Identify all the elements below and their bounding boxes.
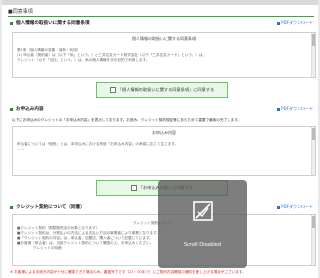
checkbox-icon — [109, 87, 116, 93]
section-personal-info: 個人情報の取扱いに関する同意条項 PDFダウンロード — [10, 20, 315, 28]
pdf-download-link[interactable]: PDFダウンロード — [277, 106, 313, 112]
section-description: 以下にお申込みのクレジットの「お申込み内容」を表示しております。お読み、クレジッ… — [12, 118, 242, 122]
pdf-label: PDFダウンロード — [281, 106, 313, 111]
pdf-download-link[interactable]: PDFダウンロード — [277, 204, 313, 210]
scrollbar[interactable] — [311, 33, 315, 77]
doc-line: クレジット（以下「当社」という。）は、私の個人情報を次の目的で利用します。 — [17, 58, 150, 62]
page-title: ■同意事項 — [8, 9, 33, 15]
section-title: クレジット契約について（同意） — [16, 205, 85, 210]
pdf-label: PDFダウンロード — [281, 204, 313, 209]
bullet-icon — [10, 108, 13, 111]
scrollbar[interactable] — [311, 127, 315, 175]
bullet-icon — [10, 206, 13, 209]
overlay-label: Scroll Disabled — [183, 242, 222, 248]
section-title: お申込み内容 — [16, 107, 44, 112]
terms-scrollbox-2[interactable]: お申込み内容 申込者については「個別」とは、本申込みにおける別紙「お申込み内容」… — [12, 126, 316, 176]
arrow-icon — [277, 205, 281, 209]
title-divider — [8, 16, 314, 17]
terms-scrollbox-1[interactable]: 個人情報の取扱いに関する同意条項 第1条（個人情報の収集・保有・利用） (1) … — [12, 32, 316, 78]
arrow-icon — [277, 107, 281, 111]
scroll-disabled-overlay: Scroll Disabled — [158, 180, 247, 268]
doc-line: …… — [17, 147, 25, 151]
pdf-download-link[interactable]: PDFダウンロード — [277, 20, 313, 26]
agree-label: 「個人情報の取扱いに関する同意条項」に同意する — [117, 87, 215, 92]
doc-title: お申込み内容 — [152, 130, 176, 135]
section-application: お申込み内容 PDFダウンロード — [10, 106, 315, 114]
doc-title: 個人情報の取扱いに関する同意条項 — [132, 36, 196, 41]
section-title: 個人情報の取扱いに関する同意条項 — [16, 21, 90, 26]
page-frame: ■同意事項 個人情報の取扱いに関する同意条項 PDFダウンロード 個人情報の取扱… — [2, 0, 318, 278]
arrow-icon — [277, 21, 281, 25]
top-strip — [2, 0, 318, 5]
pdf-label: PDFダウンロード — [281, 20, 313, 25]
agree-button-1[interactable]: 「個人情報の取扱いに関する同意条項」に同意する — [96, 82, 228, 98]
checkbox-icon — [130, 185, 137, 191]
scroll-disabled-icon — [193, 201, 213, 221]
scrollbar[interactable] — [311, 215, 315, 265]
bullet-icon — [10, 22, 13, 25]
footer-note: ※ お客様による手続き内容が十分に確認できた場合のみ、審査完了です（21・00ま… — [10, 270, 246, 274]
